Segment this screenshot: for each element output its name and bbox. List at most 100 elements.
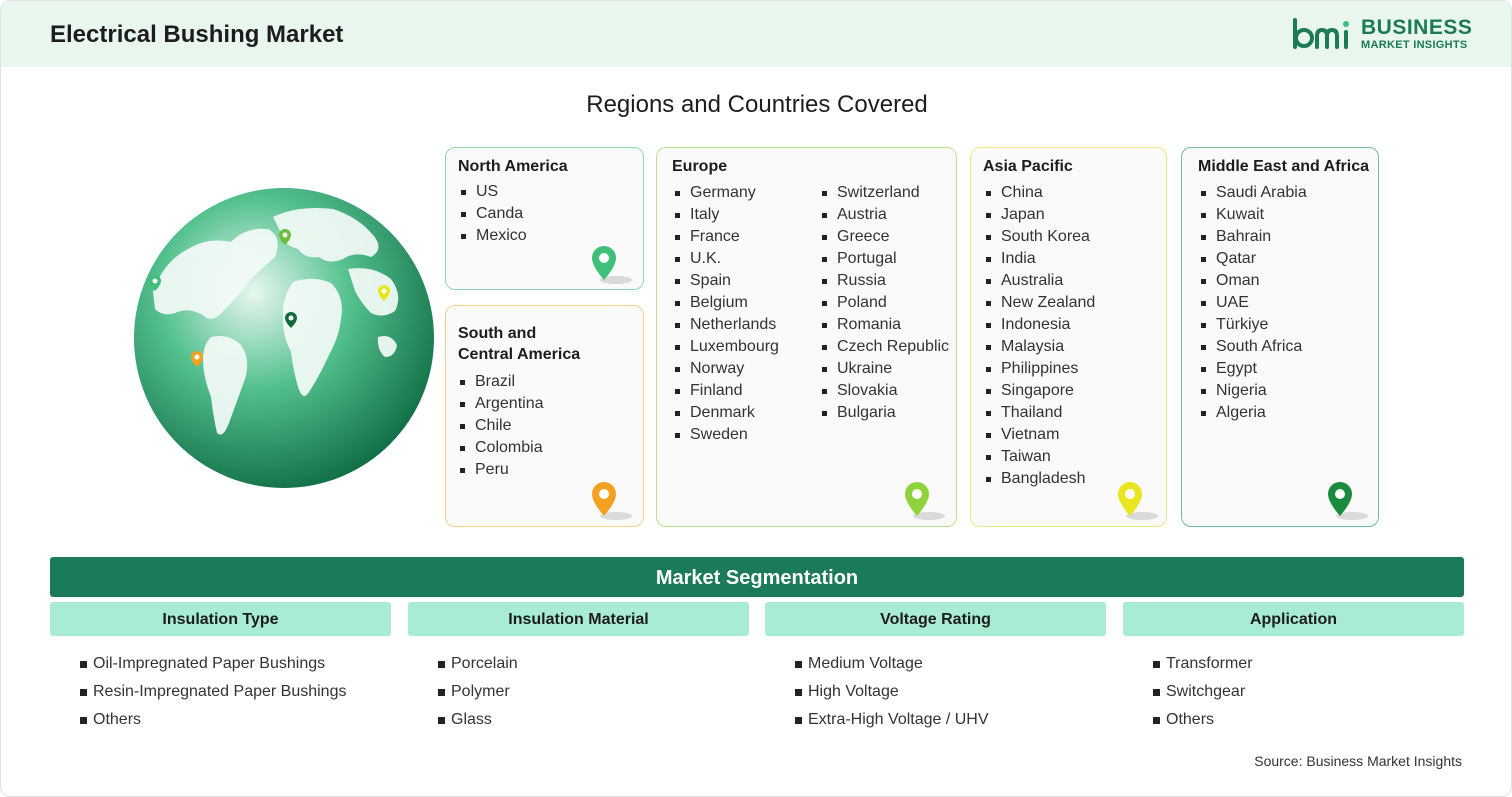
list-item: U.K.: [673, 248, 779, 270]
header-bar: Electrical Bushing Market BUSINESS MARKE…: [1, 1, 1511, 67]
list-item: Bangladesh: [984, 468, 1095, 490]
list-item: Japan: [984, 204, 1095, 226]
list-item: Netherlands: [673, 314, 779, 336]
list-item: Medium Voltage: [795, 653, 989, 681]
list-item: Vietnam: [984, 424, 1095, 446]
list-item: Spain: [673, 270, 779, 292]
list-item: Polymer: [438, 681, 518, 709]
location-pin-icon: [1328, 482, 1368, 520]
list-item: New Zealand: [984, 292, 1095, 314]
list-item: Portugal: [820, 248, 949, 270]
card-title-europe: Europe: [672, 158, 728, 175]
card-asia-pacific: Asia Pacific China Japan South Korea Ind…: [970, 147, 1167, 527]
card-title-middle-east-africa: Middle East and Africa: [1198, 158, 1369, 175]
source-note: Source: Business Market Insights: [1254, 753, 1462, 769]
list-north-america: US Canda Mexico: [459, 181, 527, 247]
list-item: Nigeria: [1199, 380, 1307, 402]
segmentation-title-bar: Market Segmentation: [50, 557, 1464, 597]
segment-heading-voltage-rating: Voltage Rating: [765, 602, 1106, 636]
list-item: Austria: [820, 204, 949, 226]
list-item: UAE: [1199, 292, 1307, 314]
page-title: Electrical Bushing Market: [50, 21, 344, 48]
infographic-frame: Electrical Bushing Market BUSINESS MARKE…: [0, 0, 1512, 797]
card-middle-east-africa: Middle East and Africa Saudi Arabia Kuwa…: [1181, 147, 1379, 527]
list-item: Others: [80, 709, 346, 737]
segment-list-insulation-material: Porcelain Polymer Glass: [438, 653, 518, 737]
list-item: Porcelain: [438, 653, 518, 681]
brand-logo: BUSINESS MARKET INSIGHTS: [1291, 16, 1472, 52]
card-title-asia-pacific: Asia Pacific: [983, 158, 1073, 175]
list-item: Australia: [984, 270, 1095, 292]
list-item: Slovakia: [820, 380, 949, 402]
list-item: Resin-Impregnated Paper Bushings: [80, 681, 346, 709]
list-item: Germany: [673, 182, 779, 204]
list-item: Norway: [673, 358, 779, 380]
list-europe-col2: Switzerland Austria Greece Portugal Russ…: [820, 182, 949, 424]
list-item: Ukraine: [820, 358, 949, 380]
list-item: Finland: [673, 380, 779, 402]
logo-text-market-insights: MARKET INSIGHTS: [1361, 39, 1468, 51]
list-item: US: [459, 181, 527, 203]
card-north-america: North America US Canda Mexico: [445, 147, 644, 290]
card-title-south-central-america: South and Central America: [458, 323, 580, 365]
list-item: India: [984, 248, 1095, 270]
list-item: China: [984, 182, 1095, 204]
list-item: Others: [1153, 709, 1253, 737]
list-item: Sweden: [673, 424, 779, 446]
list-item: Colombia: [458, 437, 544, 459]
card-europe: Europe Germany Italy France U.K. Spain B…: [656, 147, 957, 527]
list-item: Singapore: [984, 380, 1095, 402]
list-item: Switzerland: [820, 182, 949, 204]
list-item: Türkiye: [1199, 314, 1307, 336]
list-item: High Voltage: [795, 681, 989, 709]
list-item: Czech Republic: [820, 336, 949, 358]
list-item: Bulgaria: [820, 402, 949, 424]
list-item: Denmark: [673, 402, 779, 424]
segment-heading-insulation-type: Insulation Type: [50, 602, 391, 636]
bmi-logo-mark: [1293, 18, 1349, 49]
list-middle-east-africa: Saudi Arabia Kuwait Bahrain Qatar Oman U…: [1199, 182, 1307, 424]
list-item: Chile: [458, 415, 544, 437]
list-item: Taiwan: [984, 446, 1095, 468]
list-item: Brazil: [458, 371, 544, 393]
list-item: Egypt: [1199, 358, 1307, 380]
card-title-line2: Central America: [458, 346, 581, 363]
list-item: Oman: [1199, 270, 1307, 292]
list-asia-pacific: China Japan South Korea India Australia …: [984, 182, 1095, 490]
card-title-north-america: North America: [458, 158, 568, 175]
list-item: Algeria: [1199, 402, 1307, 424]
card-south-central-america: South and Central America Brazil Argenti…: [445, 305, 644, 527]
list-item: Poland: [820, 292, 949, 314]
list-item: Extra-High Voltage / UHV: [795, 709, 989, 737]
segment-list-insulation-type: Oil-Impregnated Paper Bushings Resin-Imp…: [80, 653, 346, 737]
list-item: Qatar: [1199, 248, 1307, 270]
location-pin-icon: [905, 482, 945, 520]
list-item: Romania: [820, 314, 949, 336]
list-item: Indonesia: [984, 314, 1095, 336]
list-item: South Korea: [984, 226, 1095, 248]
list-item: Greece: [820, 226, 949, 248]
globe-illustration: [134, 188, 434, 488]
list-item: Italy: [673, 204, 779, 226]
segment-heading-application: Application: [1123, 602, 1464, 636]
list-item: Argentina: [458, 393, 544, 415]
segment-list-application: Transformer Switchgear Others: [1153, 653, 1253, 737]
list-item: Russia: [820, 270, 949, 292]
list-item: Philippines: [984, 358, 1095, 380]
card-title-line1: South and: [458, 325, 537, 342]
list-item: Canda: [459, 203, 527, 225]
list-item: Malaysia: [984, 336, 1095, 358]
list-south-central-america: Brazil Argentina Chile Colombia Peru: [458, 371, 544, 481]
segment-list-voltage-rating: Medium Voltage High Voltage Extra-High V…: [795, 653, 989, 737]
location-pin-icon: [592, 246, 632, 284]
list-item: Bahrain: [1199, 226, 1307, 248]
list-item: Saudi Arabia: [1199, 182, 1307, 204]
list-item: Kuwait: [1199, 204, 1307, 226]
location-pin-icon: [1118, 482, 1158, 520]
list-europe-col1: Germany Italy France U.K. Spain Belgium …: [673, 182, 779, 446]
list-item: Mexico: [459, 225, 527, 247]
list-item: France: [673, 226, 779, 248]
list-item: Switchgear: [1153, 681, 1253, 709]
location-pin-icon: [592, 482, 632, 520]
list-item: Transformer: [1153, 653, 1253, 681]
